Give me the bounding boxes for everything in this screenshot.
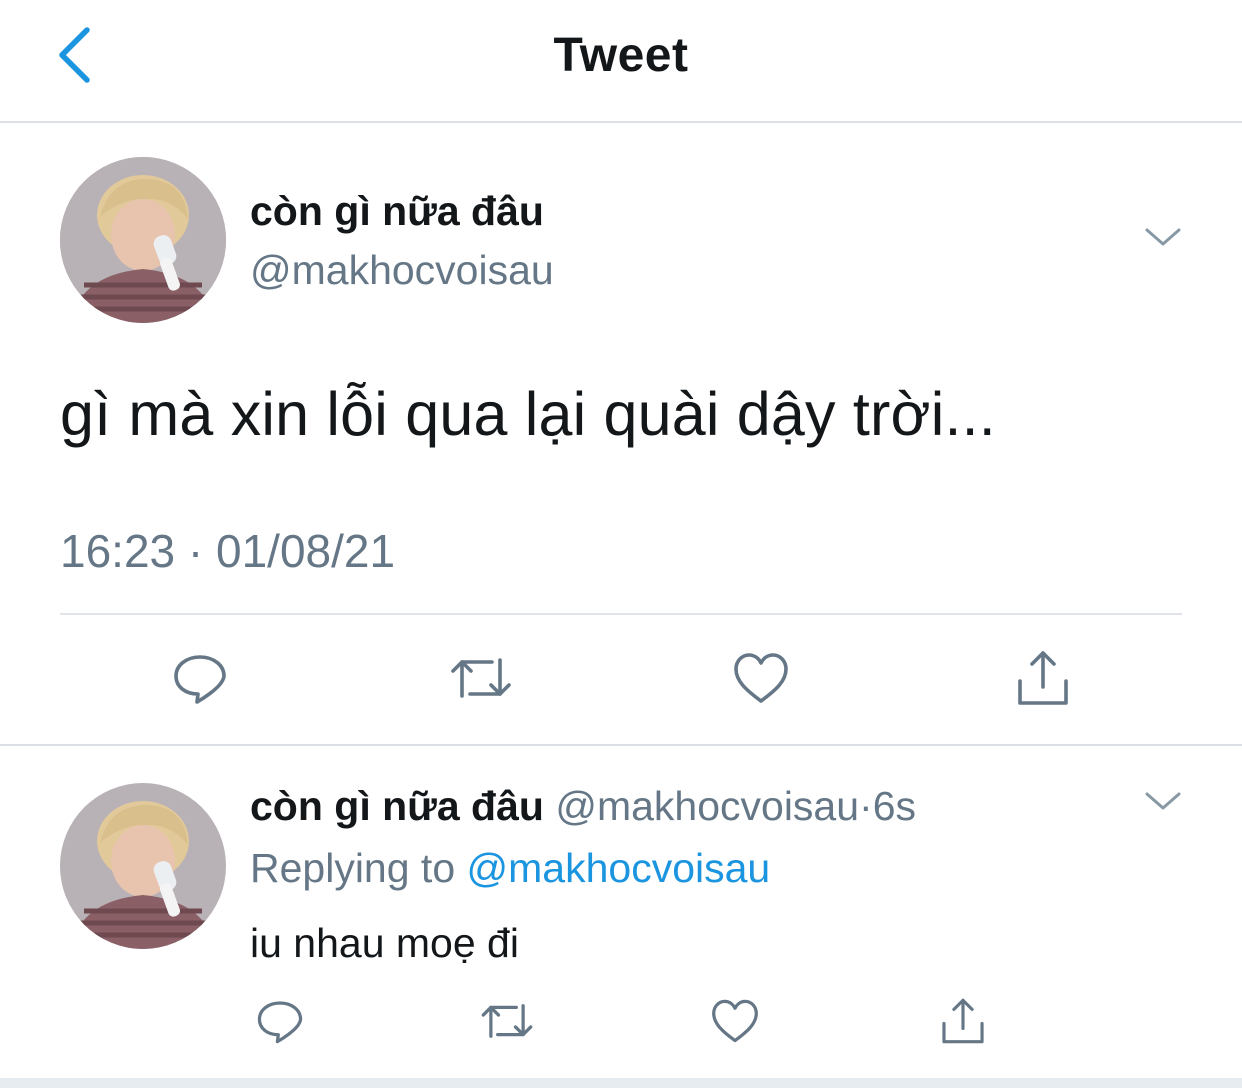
avatar[interactable]	[60, 157, 226, 323]
reply-avatar[interactable]	[60, 783, 226, 949]
heart-icon	[710, 998, 760, 1049]
reply-reply-button[interactable]	[250, 993, 310, 1053]
bottom-separator	[0, 1078, 1242, 1088]
user-handle[interactable]: @makhocvoisau	[250, 247, 554, 294]
display-name[interactable]: còn gì nữa đâu	[250, 188, 544, 235]
reply-header: còn gì nữa đâu @makhocvoisau·6s	[250, 783, 916, 830]
reply-handle[interactable]: @makhocvoisau	[555, 783, 859, 829]
reply-display-name[interactable]: còn gì nữa đâu	[250, 783, 544, 829]
replying-to-line: Replying to @makhocvoisau	[250, 845, 770, 892]
retweet-button[interactable]	[446, 645, 516, 715]
reply-icon	[256, 997, 304, 1050]
retweet-icon	[479, 997, 535, 1050]
nav-header: Tweet	[0, 0, 1242, 123]
replying-prefix: Replying to	[250, 845, 456, 891]
reply-text: iu nhau moẹ đi	[250, 920, 519, 966]
chevron-down-icon	[1143, 789, 1183, 818]
page-title: Tweet	[553, 29, 689, 82]
reply-retweet-button[interactable]	[477, 993, 537, 1053]
divider	[60, 613, 1182, 615]
reply-time: 6s	[872, 783, 917, 829]
share-icon	[939, 997, 987, 1050]
tweet-text: gì mà xin lỗi qua lại quài dậy trời...	[60, 380, 996, 448]
chevron-down-icon	[1143, 225, 1183, 254]
reply-like-button[interactable]	[705, 993, 765, 1053]
tweet-menu-button[interactable]	[1138, 219, 1188, 259]
divider	[0, 744, 1242, 746]
reply-icon	[172, 650, 228, 711]
replying-mention-link[interactable]: @makhocvoisau	[467, 845, 771, 891]
reply-share-button[interactable]	[933, 993, 993, 1053]
reply-button[interactable]	[165, 645, 235, 715]
tweet-timestamp[interactable]: 16:23 · 01/08/21	[60, 524, 395, 578]
share-button[interactable]	[1008, 645, 1078, 715]
meta-separator: ·	[859, 783, 873, 829]
like-button[interactable]	[726, 645, 796, 715]
heart-icon	[732, 651, 790, 710]
share-icon	[1014, 649, 1072, 712]
retweet-icon	[448, 650, 514, 711]
reply-menu-button[interactable]	[1138, 783, 1188, 823]
